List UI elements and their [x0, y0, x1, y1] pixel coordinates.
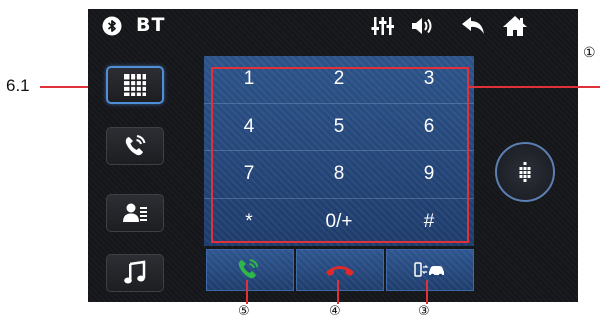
back-icon[interactable] — [460, 15, 486, 37]
keypad-toggle-icon — [519, 162, 531, 182]
volume-icon[interactable] — [410, 15, 436, 37]
annotation-line-3 — [426, 280, 428, 304]
call-log-icon — [125, 135, 146, 156]
key-6[interactable]: 6 — [384, 104, 474, 151]
source-label: BT — [136, 14, 166, 36]
transfer-audio-button[interactable] — [386, 249, 474, 291]
key-2[interactable]: 2 — [294, 56, 384, 104]
key-0-plus[interactable]: 0/+ — [294, 199, 384, 247]
answer-call-icon — [238, 259, 259, 279]
call-log-button[interactable] — [106, 127, 164, 165]
bluetooth-icon — [102, 16, 122, 36]
annotation-line-5 — [246, 280, 248, 304]
key-3[interactable]: 3 — [384, 56, 474, 104]
annotation-label-5: ⑤ — [238, 304, 250, 319]
dial-keypad: 1 2 3 4 5 6 7 8 9 * 0/+ # — [204, 56, 474, 246]
equalizer-icon[interactable] — [370, 15, 396, 37]
music-icon — [124, 260, 146, 284]
home-icon[interactable] — [502, 15, 528, 37]
hang-up-icon — [326, 266, 354, 276]
answer-call-button[interactable] — [206, 249, 294, 291]
transfer-audio-icon — [414, 262, 444, 278]
key-7[interactable]: 7 — [204, 151, 294, 199]
page: 6.1 BT 1 2 3 4 5 6 7 8 9 * 0/+ # ① ⑤ ④ ③ — [0, 0, 600, 325]
head-unit-screen: BT 1 2 3 4 5 6 7 8 9 * 0/+ # — [88, 9, 578, 302]
hang-up-button[interactable] — [296, 249, 384, 291]
annotation-label-4: ④ — [329, 304, 341, 319]
key-4[interactable]: 4 — [204, 104, 294, 151]
annotation-line-4 — [337, 280, 339, 304]
status-bar: BT — [88, 9, 578, 43]
annotation-label-1: ① — [583, 44, 596, 60]
key-8[interactable]: 8 — [294, 151, 384, 199]
keypad-toggle-button[interactable] — [495, 142, 555, 202]
keypad-mode-button[interactable] — [106, 66, 164, 104]
annotation-label-6-1: 6.1 — [6, 76, 30, 95]
annotation-line-1 — [469, 86, 600, 88]
music-button[interactable] — [106, 254, 164, 292]
contacts-button[interactable] — [106, 194, 164, 232]
key-9[interactable]: 9 — [384, 151, 474, 199]
key-hash[interactable]: # — [384, 199, 474, 247]
contacts-icon — [123, 203, 147, 222]
annotation-label-3: ③ — [418, 304, 430, 319]
key-1[interactable]: 1 — [204, 56, 294, 104]
keypad-icon — [124, 74, 146, 96]
key-grid: 1 2 3 4 5 6 7 8 9 * 0/+ # — [204, 56, 474, 246]
key-5[interactable]: 5 — [294, 104, 384, 151]
key-star[interactable]: * — [204, 199, 294, 247]
